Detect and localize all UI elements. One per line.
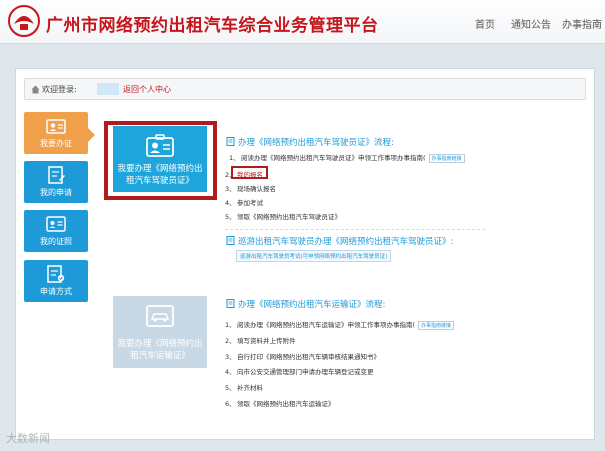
vehicle-step-1: 1、阅读办理《网络预约出租汽车运输证》申领工作事项办事指南(办事指南链接 (225, 319, 455, 330)
card-title: 我要办理《网络预约出租汽车运输证》 (117, 339, 203, 361)
driver-step-3: 3、现场确认报名 (225, 185, 276, 193)
vehicle-step-6: 6、领取《网络预约出租汽车运输证》 (225, 400, 335, 408)
vehicle-step-4: 4、向市公安交通管理部门申请办理车辆登记或变更 (225, 368, 374, 376)
apply-driver-license-button[interactable]: 我要办理《网络预约出租汽车驾驶员证》 (113, 126, 207, 192)
sidebar-item-apply-method[interactable]: 申请方式 (24, 260, 88, 302)
sidebar-item-my-licenses[interactable]: 我的证照 (24, 210, 88, 252)
guide-link[interactable]: 办事指南链接 (428, 153, 465, 163)
welcome-label: 欢迎登录: (42, 85, 77, 94)
vehicle-step-3: 3、自行打印《网络预约出租汽车辆审核结果通知书》 (225, 353, 380, 361)
taxi-driver-section-title: 巡游出租汽车驾驶员办理《网络预约出租汽车驾驶员证》: (238, 237, 454, 247)
driver-step-4: 4、参加考试 (225, 199, 263, 207)
driver-step-5: 5、领取《网络预约出租汽车驾驶员证》 (225, 213, 341, 221)
watermark: 大数新闻 (6, 432, 50, 445)
sidebar-item-label: 我的申请 (40, 188, 72, 197)
divider (225, 229, 485, 230)
home-icon (31, 85, 40, 94)
certificate-icon (46, 216, 66, 232)
vehicle-step-5: 5、补齐材料 (225, 384, 263, 392)
sidebar-item-my-applications[interactable]: 我的申请 (24, 161, 88, 203)
taxi-driver-exam-link[interactable]: 巡游出租汽车驾驶员考试(可申领网络预约出租汽车驾驶员证) (236, 250, 392, 262)
my-registration-link[interactable]: 我的报名 (237, 171, 263, 179)
nav-guide[interactable]: 办事指南 (562, 16, 602, 31)
site-title: 广州市网络预约出租汽车综合业务管理平台 (46, 16, 379, 36)
car-license-icon (146, 305, 174, 327)
driver-step-1: 1、阅读办理《网络预约出租汽车驾驶员证》申领工作事项办事指南(办事指南链接 (229, 152, 465, 163)
nav-home[interactable]: 首页 (475, 16, 495, 31)
nav-notice[interactable]: 通知公告 (511, 16, 551, 31)
id-card-icon (146, 134, 174, 157)
sidebar-item-label: 我要办证 (40, 139, 72, 148)
username-redacted (97, 83, 119, 95)
guide-link[interactable]: 办事指南链接 (418, 320, 455, 330)
form-edit-icon (48, 166, 65, 184)
driver-step-2: 2、我的报名 (225, 171, 263, 179)
document-icon (226, 299, 235, 308)
vehicle-process-title: 办理《网络预约出租汽车运输证》流程: (238, 300, 386, 310)
driver-process-title: 办理《网络预约出租汽车驾驶员证》流程: (238, 138, 394, 148)
apply-method-icon (47, 265, 65, 283)
id-card-icon (46, 119, 66, 134)
document-icon (226, 137, 235, 146)
card-title: 我要办理《网络预约出租汽车驾驶员证》 (117, 164, 203, 186)
sidebar-item-label: 我的证照 (40, 237, 72, 246)
sidebar-item-apply-license[interactable]: 我要办证 (24, 112, 88, 154)
apply-vehicle-license-button[interactable]: 我要办理《网络预约出租汽车运输证》 (113, 296, 207, 368)
site-header: 广州市网络预约出租汽车综合业务管理平台 首页 通知公告 办事指南 (0, 0, 605, 44)
vehicle-step-2: 2、填写资料并上传附件 (225, 337, 296, 345)
logo-icon (8, 5, 40, 37)
active-indicator-arrow (88, 128, 95, 142)
document-icon (226, 236, 235, 245)
back-to-personal-center-link[interactable]: 返回个人中心 (123, 84, 171, 95)
sidebar-item-label: 申请方式 (40, 287, 72, 296)
welcome-bar: 欢迎登录: 返回个人中心 (24, 78, 586, 100)
